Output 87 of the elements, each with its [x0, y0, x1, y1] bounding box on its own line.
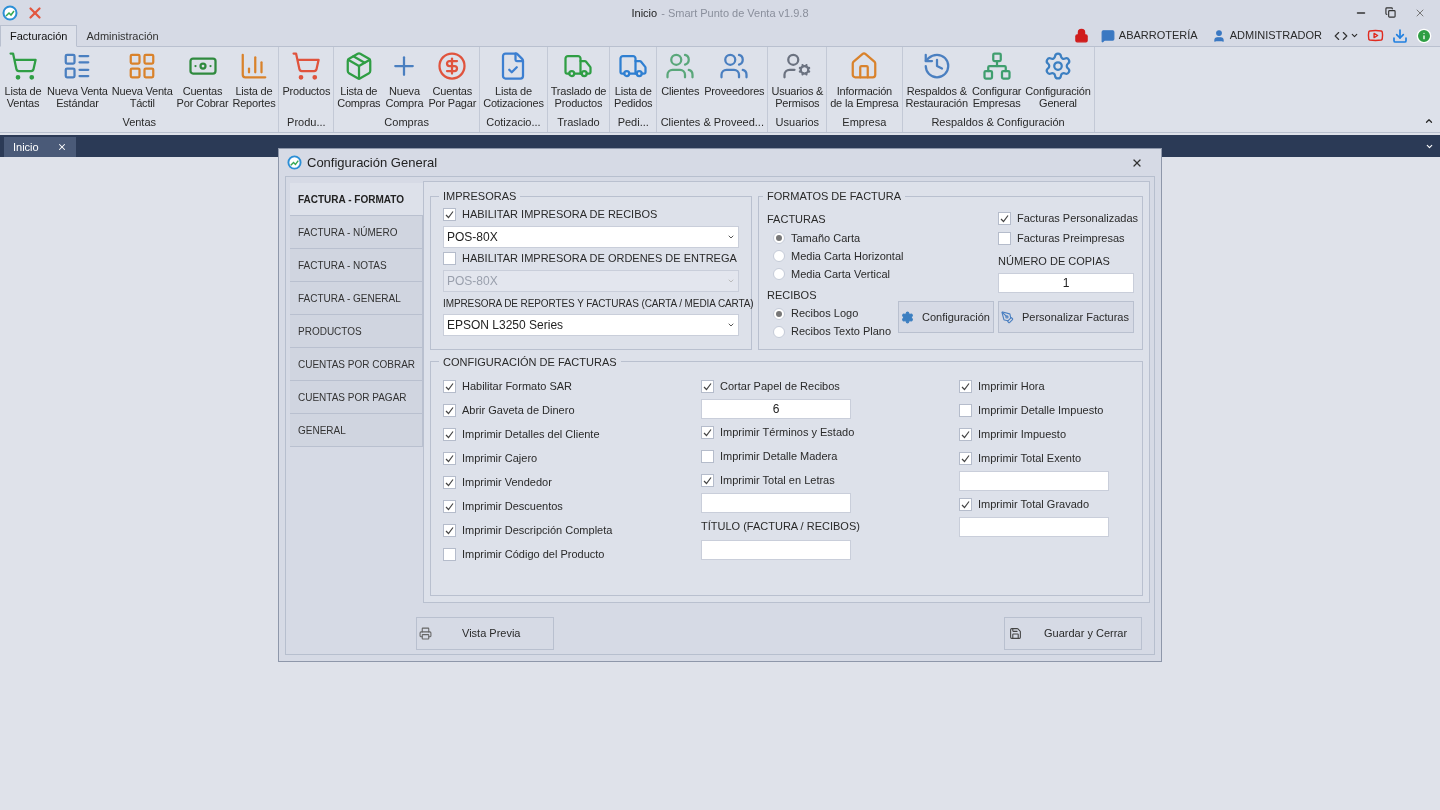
customize-button[interactable]: Personalizar Facturas — [998, 301, 1134, 333]
checkbox-label: Imprimir Hora — [978, 378, 1045, 394]
field-label: FACTURAS — [767, 211, 827, 227]
ribbon-button[interactable]: Lista de Compras — [335, 51, 383, 114]
ribbon-tab[interactable]: Facturación — [0, 25, 78, 47]
checkbox-label: Cortar Papel de Recibos — [720, 378, 840, 394]
checkbox-label: Imprimir Total en Letras — [720, 472, 835, 488]
window-title: Inicio — [631, 6, 658, 21]
settings-button[interactable]: Configuración — [898, 301, 994, 333]
ribbon-button[interactable]: Respaldos & Restauración — [903, 51, 970, 114]
checkbox-label: Imprimir Cajero — [462, 450, 538, 466]
ribbon-group-label: Empresa — [841, 114, 888, 130]
ribbon-button[interactable]: Información de la Empresa — [828, 51, 901, 114]
nav-tab[interactable]: FACTURA - GENERAL — [290, 282, 423, 315]
field-label: TÍTULO (FACTURA / RECIBOS) — [701, 519, 861, 534]
checkbox-label: Imprimir Código del Producto — [462, 546, 605, 562]
ribbon-button[interactable]: Nueva Venta Táctil — [109, 51, 175, 114]
ribbon-group-label: Cotizacio... — [485, 114, 542, 130]
nav-tab[interactable]: GENERAL — [290, 414, 423, 447]
ribbon-button[interactable]: Nueva Venta Estándar — [45, 51, 110, 114]
group-title: FORMATOS DE FACTURA — [766, 189, 903, 204]
ribbon-group-label: Produ... — [286, 114, 327, 130]
window-subtitle: - Smart Punto de Venta v1.9.8 — [661, 6, 809, 21]
save-close-button[interactable]: Guardar y Cerrar — [1004, 617, 1142, 650]
ribbon-button[interactable]: Lista de Ventas — [1, 51, 45, 114]
radio-label: Tamaño Carta — [791, 230, 861, 246]
ribbon-group-label: Usuarios — [774, 114, 820, 130]
radio-label: Media Carta Vertical — [791, 266, 891, 282]
checkbox-label: Imprimir Vendedor — [462, 474, 552, 490]
radio-label: Recibos Logo — [791, 306, 859, 322]
checkbox-label: Imprimir Detalle Madera — [720, 448, 838, 464]
ribbon-group-label: Respaldos & Configuración — [930, 114, 1066, 130]
ribbon-button[interactable]: Traslado de Productos — [548, 51, 609, 114]
ribbon-group-label: Clientes & Proveed... — [659, 114, 765, 130]
checkbox-label: Abrir Gaveta de Dinero — [462, 402, 575, 418]
ribbon-group-label: Ventas — [121, 114, 158, 130]
field-label: RECIBOS — [767, 288, 818, 303]
document-tab[interactable]: Inicio — [4, 137, 76, 157]
checkbox-label: Imprimir Descuentos — [462, 498, 563, 514]
ribbon-button[interactable]: Configuración General — [1023, 51, 1093, 114]
field-label: NÚMERO DE COPIAS — [998, 253, 1111, 269]
ribbon-group-label: Compras — [383, 114, 430, 130]
ribbon-button[interactable]: Lista de Cotizaciones — [481, 51, 546, 114]
nav-tab[interactable]: FACTURA - NOTAS — [290, 249, 423, 282]
nav-tab[interactable]: FACTURA - FORMATO — [290, 183, 423, 216]
radio-label: Recibos Texto Plano — [791, 324, 892, 340]
input-field[interactable]: 6 — [701, 399, 851, 419]
ribbon-button[interactable]: Lista de Pedidos — [611, 51, 656, 114]
ribbon-group-label: Traslado — [556, 114, 601, 130]
nav-tab[interactable]: FACTURA - NÚMERO — [290, 216, 423, 249]
ribbon-button[interactable]: Configurar Empresas — [969, 51, 1024, 114]
ribbon-button[interactable]: Cuentas Por Cobrar — [174, 51, 231, 114]
ribbon-button[interactable]: Proveedores — [702, 51, 767, 114]
preview-button[interactable]: Vista Previa — [416, 617, 554, 650]
checkbox-label: Imprimir Total Exento — [978, 450, 1082, 466]
ribbon-button[interactable]: Clientes — [658, 51, 703, 114]
checkbox-label: Imprimir Descripción Completa — [462, 522, 613, 538]
field-label: IMPRESORA DE REPORTES Y FACTURAS (CARTA / MEDIA CARTA) — [443, 296, 754, 311]
nav-tab[interactable]: CUENTAS POR PAGAR — [290, 381, 423, 414]
checkbox-label: Imprimir Detalles del Cliente — [462, 426, 600, 442]
user-name: ADMINISTRADOR — [1229, 28, 1322, 44]
ribbon-button[interactable]: Nueva Compra — [382, 51, 427, 114]
checkbox-label: Imprimir Impuesto — [978, 426, 1067, 442]
input-field[interactable]: 1 — [998, 273, 1134, 293]
ribbon-button[interactable]: Cuentas Por Pagar — [426, 51, 479, 114]
checkbox-label: Facturas Personalizadas — [1017, 211, 1139, 227]
ribbon-button[interactable]: Lista de Reportes — [230, 51, 278, 114]
radio-label: Media Carta Horizontal — [791, 248, 904, 264]
nav-tab[interactable]: PRODUCTOS — [290, 315, 423, 348]
checkbox-label: Facturas Preimpresas — [1017, 231, 1125, 247]
checkbox-label: Imprimir Términos y Estado — [720, 424, 855, 440]
store-name: ABARROTERÍA — [1118, 28, 1198, 44]
printer-dropdown[interactable]: EPSON L3250 Series — [443, 313, 739, 336]
checkbox-label: Imprimir Detalle Impuesto — [978, 402, 1104, 418]
checkbox-label: HABILITAR IMPRESORA DE ORDENES DE ENTREGA — [462, 251, 737, 267]
group-title: IMPRESORAS — [442, 189, 518, 204]
checkbox-label: HABILITAR IMPRESORA DE RECIBOS — [462, 207, 658, 223]
checkbox-label: Imprimir Total Gravado — [978, 496, 1090, 512]
ribbon-group-label: Pedi... — [616, 114, 650, 130]
dialog-title: Configuración General — [307, 153, 438, 172]
printer-dropdown[interactable]: POS-80X — [443, 225, 739, 248]
ribbon-button[interactable]: Productos — [280, 51, 333, 114]
ribbon-tab[interactable]: Administración — [77, 25, 168, 47]
group-title: CONFIGURACIÓN DE FACTURAS — [442, 354, 618, 370]
ribbon-button[interactable]: Usuarios & Permisos — [769, 51, 826, 114]
checkbox-label: Habilitar Formato SAR — [462, 378, 573, 394]
nav-tab[interactable]: CUENTAS POR COBRAR — [290, 348, 423, 381]
